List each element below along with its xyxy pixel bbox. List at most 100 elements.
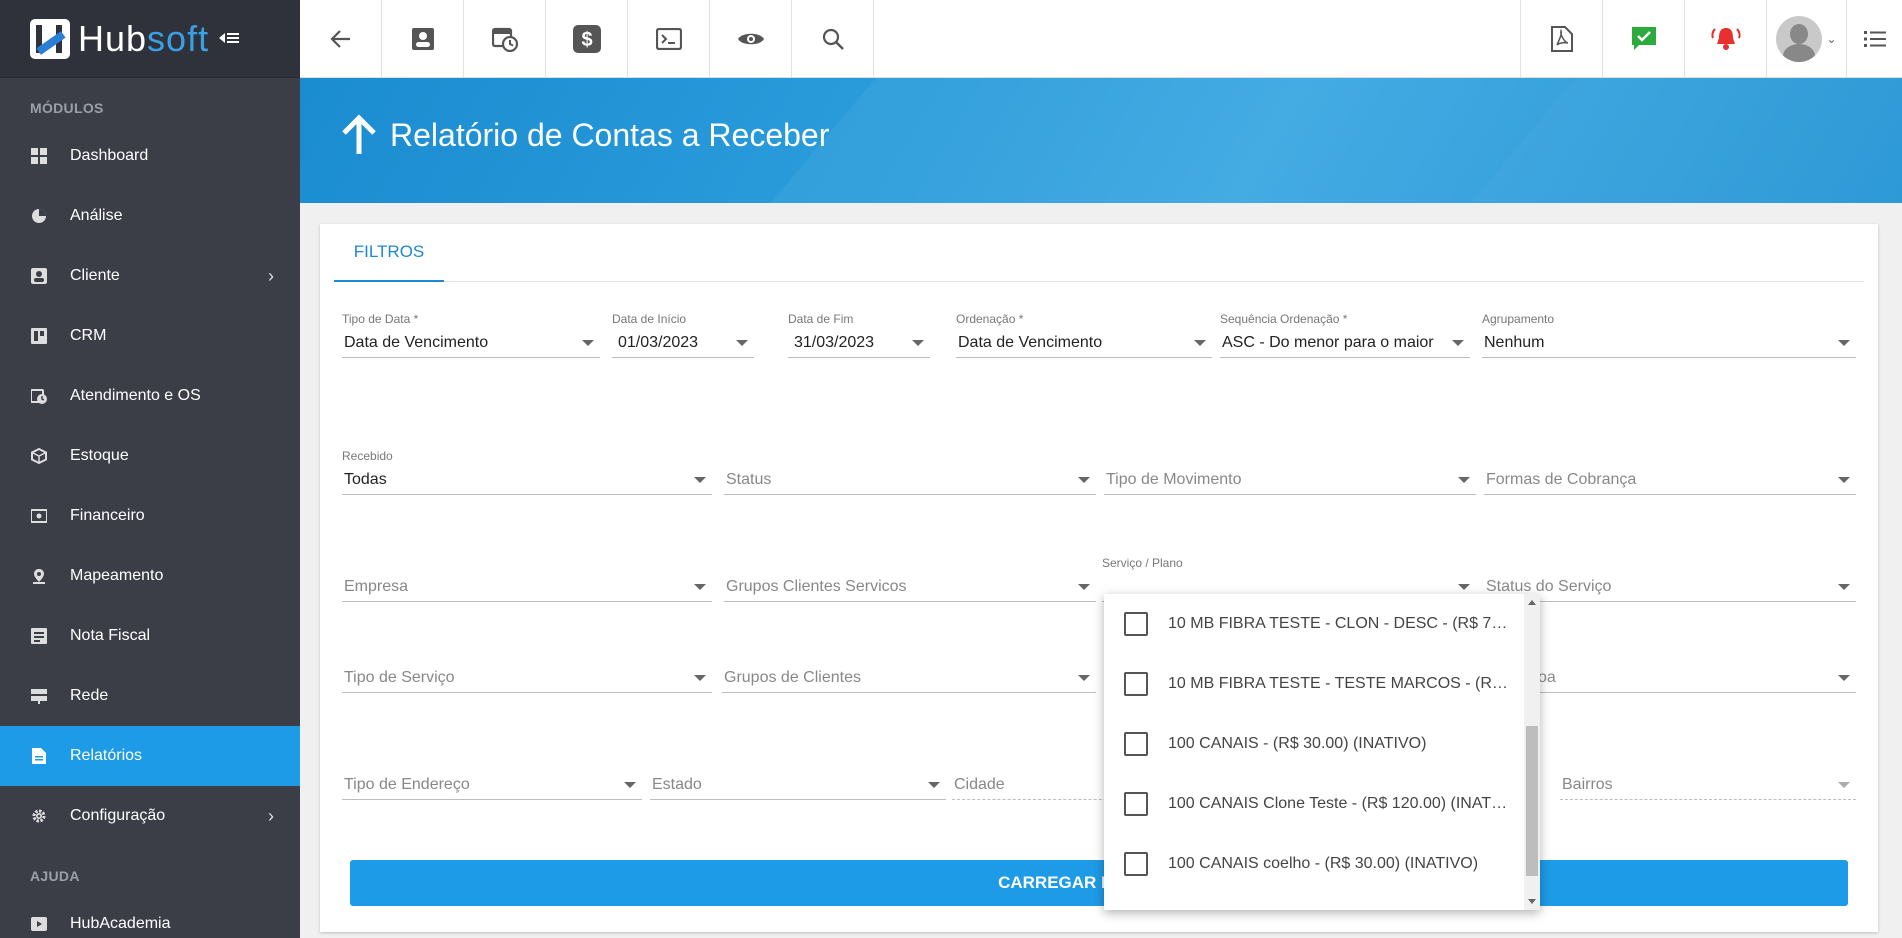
sidebar-item-cliente[interactable]: Cliente › [0,246,300,306]
select-value[interactable]: Status [724,465,1096,495]
scroll-down-icon[interactable] [1528,899,1536,904]
tipo-movimento-select[interactable]: Tipo de Movimento [1104,465,1476,495]
caret-down-icon [582,340,594,346]
back-button[interactable] [300,0,382,78]
select-value[interactable]: Grupos de Clientes [722,663,1096,693]
select-value[interactable]: Data de Vencimento [342,328,600,358]
formas-cobranca-select[interactable]: Formas de Cobrança [1484,465,1856,495]
list-item[interactable]: 100 CANAIS coelho - (R$ 30.00) (INATIVO) [1104,834,1524,894]
search-icon [822,28,844,50]
scroll-up-icon[interactable] [1528,600,1536,605]
checkbox[interactable] [1124,792,1148,816]
select-placeholder: Cidade [954,775,1005,793]
select-value[interactable]: Nenhum [1482,328,1856,358]
data-inicio-field[interactable]: Data de Início 01/03/2023 [612,312,754,358]
field-label: Data de Início [612,312,687,326]
scrollbar-thumb[interactable] [1526,726,1538,876]
recebido-select[interactable]: Recebido Todas [342,449,712,495]
tipo-pessoa-select[interactable]: ssoa [1520,663,1856,693]
financial-shortcut-button[interactable]: $ [546,0,628,78]
date-input[interactable]: 31/03/2023 [788,328,930,358]
select-value-text: Todas [344,470,387,488]
terminal-shortcut-button[interactable] [628,0,710,78]
select-value[interactable]: Tipo de Movimento [1104,465,1476,495]
bell-alarm-icon [1710,28,1741,50]
clients-shortcut-button[interactable] [382,0,464,78]
data-fim-field[interactable]: Data de Fim 31/03/2023 [788,312,930,358]
ordenacao-select[interactable]: Ordenação * Data de Vencimento [956,312,1212,358]
select-placeholder: Status do Serviço [1486,577,1612,595]
notifications-button[interactable] [1684,0,1766,78]
tipo-servico-select[interactable]: Tipo de Serviço [342,663,712,693]
list-item[interactable]: 100 CANAIS - (R$ 30.00) (INATIVO) [1104,714,1524,774]
list-item[interactable]: 100 CANAIS Clone Teste - (R$ 120.00) (IN… [1104,774,1524,834]
load-report-button[interactable]: CARREGAR RELATÓRIO [350,860,1848,906]
select-value[interactable]: Estado [650,770,946,800]
sidebar-item-rede[interactable]: Rede [0,666,300,726]
select-value[interactable]: Formas de Cobrança [1484,465,1856,495]
checkbox[interactable] [1124,852,1148,876]
dropdown-scrollbar[interactable] [1524,594,1540,910]
checkbox[interactable] [1124,732,1148,756]
select-value[interactable]: Grupos Clientes Servicos [724,572,1096,602]
search-button[interactable] [792,0,874,78]
checkbox[interactable] [1124,612,1148,636]
status-select[interactable]: Status [724,465,1096,495]
tasks-button[interactable] [1602,0,1684,78]
select-value[interactable]: Data de Vencimento [956,328,1212,358]
sidebar-item-dashboard[interactable]: Dashboard [0,126,300,186]
empresa-select[interactable]: Empresa [342,572,712,602]
select-value[interactable]: Bairros [1560,770,1856,800]
sidebar-item-atendimento[interactable]: Atendimento e OS [0,366,300,426]
view-shortcut-button[interactable] [710,0,792,78]
select-placeholder: Grupos Clientes Servicos [726,577,907,595]
service-plan-dropdown[interactable]: 10 MB FIBRA TESTE - CLON - DESC - (R$ 75… [1104,594,1540,910]
agrupamento-select[interactable]: Agrupamento Nenhum [1482,312,1856,358]
user-menu-button[interactable]: ⌄ [1766,0,1846,77]
caret-down-icon [1838,477,1850,483]
select-value[interactable]: Tipo de Endereço [342,770,642,800]
sidebar-item-label: Cliente [70,267,120,284]
list-menu-button[interactable] [1846,0,1902,77]
date-value: 31/03/2023 [794,333,875,351]
sidebar-item-mapeamento[interactable]: Mapeamento [0,546,300,606]
grupos-clientes-servicos-select[interactable]: Grupos Clientes Servicos [724,572,1096,602]
select-value[interactable]: ssoa [1520,663,1856,693]
caret-down-icon [1078,675,1090,681]
select-value[interactable]: Empresa [342,572,712,602]
tipo-data-select[interactable]: Tipo de Data * Data de Vencimento [342,312,600,358]
tab-bar: FILTROS [334,224,1864,282]
sidebar-item-relatorios[interactable]: Relatórios [0,726,300,786]
tipo-endereco-select[interactable]: Tipo de Endereço [342,770,642,800]
sidebar-item-nota-fiscal[interactable]: Nota Fiscal [0,606,300,666]
sidebar-item-analise[interactable]: Análise [0,186,300,246]
date-input[interactable]: 01/03/2023 [612,328,754,358]
sidebar-item-crm[interactable]: CRM [0,306,300,366]
sidebar-item-hubacademia[interactable]: HubAcademia [0,894,300,938]
option-label: 100 CANAIS - (R$ 30.00) (INATIVO) [1168,735,1427,752]
select-value[interactable]: ASC - Do menor para o maior [1220,328,1470,358]
list-item[interactable] [1104,894,1524,910]
select-placeholder: Grupos de Clientes [724,668,861,686]
page-banner: Relatório de Contas a Receber [300,78,1902,203]
sidebar-item-configuracao[interactable]: Configuração › [0,786,300,846]
schedule-shortcut-button[interactable] [464,0,546,78]
tab-filtros[interactable]: FILTROS [334,224,444,282]
bairros-select[interactable]: Bairros [1560,770,1856,800]
caret-down-icon [694,477,706,483]
list-item[interactable]: 10 MB FIBRA TESTE - CLON - DESC - (R$ 75… [1104,594,1524,654]
pdf-button[interactable] [1520,0,1602,78]
estado-select[interactable]: Estado [650,770,946,800]
collapse-sidebar-icon[interactable] [219,26,240,52]
select-value[interactable]: Tipo de Serviço [342,663,712,693]
select-placeholder: Estado [652,775,702,793]
checkbox[interactable] [1124,672,1148,696]
sidebar-item-estoque[interactable]: Estoque [0,426,300,486]
select-value[interactable]: Todas [342,465,712,495]
list-item[interactable]: 10 MB FIBRA TESTE - TESTE MARCOS - (R$ 7… [1104,654,1524,714]
server-icon [30,687,48,705]
sequencia-ordenacao-select[interactable]: Sequência Ordenação * ASC - Do menor par… [1220,312,1470,358]
sidebar-item-financeiro[interactable]: Financeiro [0,486,300,546]
grupos-clientes-select[interactable]: Grupos de Clientes [722,663,1096,693]
filters-card: FILTROS Tipo de Data * Data de Venciment… [320,224,1878,932]
